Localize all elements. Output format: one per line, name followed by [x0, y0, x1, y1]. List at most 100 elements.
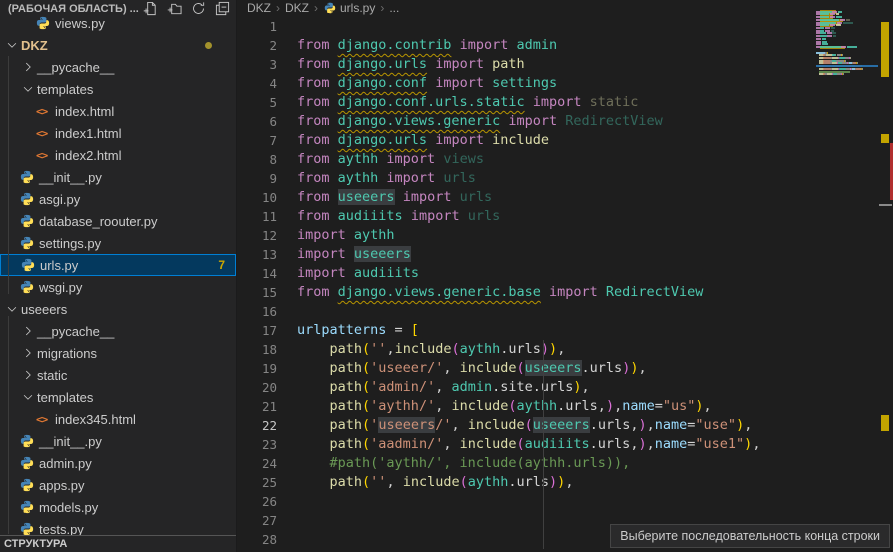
code-editor[interactable]: 12from django.contrib import admin3from … — [237, 17, 817, 549]
line-content: path('', include(aythh.urls)), — [277, 473, 573, 492]
tree-item-label: wsgi.py — [38, 280, 82, 295]
tree-item-templates[interactable]: templates — [0, 78, 236, 100]
python-icon — [20, 170, 38, 184]
code-line[interactable]: 22 path('useeers/', include(useeers.urls… — [237, 416, 817, 435]
code-line[interactable]: 23 path('aadmin/', include(audiiits.urls… — [237, 435, 817, 454]
tree-indent-guide — [8, 56, 9, 294]
tree-item--pycache-[interactable]: __pycache__ — [0, 320, 236, 342]
code-line[interactable]: 7from django.urls import include — [237, 131, 817, 150]
code-line[interactable]: 10from useeers import urls — [237, 188, 817, 207]
ruler-cursor-marker — [879, 204, 892, 206]
code-line[interactable]: 1 — [237, 17, 817, 36]
python-icon — [20, 236, 38, 250]
minimap-code-line — [825, 30, 830, 32]
code-line[interactable]: 9from aythh import urls — [237, 169, 817, 188]
minimap[interactable] — [816, 8, 878, 208]
code-line[interactable]: 13import useeers — [237, 245, 817, 264]
python-icon — [20, 456, 38, 470]
code-line[interactable]: 26 — [237, 492, 817, 511]
tree-item-templates[interactable]: templates — [0, 386, 236, 408]
breadcrumb-item[interactable]: DKZ — [247, 1, 271, 15]
line-number: 15 — [237, 283, 277, 302]
explorer-section-header[interactable]: (РАБОЧАЯ ОБЛАСТЬ) ... — [0, 0, 236, 16]
tree-item-label: database_roouter.py — [38, 214, 158, 229]
new-file-icon[interactable] — [142, 1, 158, 17]
code-line[interactable]: 12import aythh — [237, 226, 817, 245]
outline-section-header[interactable]: СТРУКТУРА — [0, 535, 236, 552]
overview-ruler[interactable] — [878, 0, 893, 552]
tree-item-index345-html[interactable]: <>index345.html — [0, 408, 236, 430]
tree-item-admin-py[interactable]: admin.py — [0, 452, 236, 474]
code-line[interactable]: 11from audiiits import urls — [237, 207, 817, 226]
line-content: from useeers import urls — [277, 188, 492, 207]
explorer-toolbar — [142, 1, 230, 17]
code-line[interactable]: 2from django.contrib import admin — [237, 36, 817, 55]
minimap-code-line — [836, 24, 842, 26]
chevron-right-icon — [20, 324, 36, 338]
minimap-code-line — [823, 60, 830, 62]
minimap-code-line — [850, 57, 851, 59]
tree-item-database-roouter-py[interactable]: database_roouter.py — [0, 210, 236, 232]
code-line[interactable]: 24 #path('aythh/', include(aythh.urls)), — [237, 454, 817, 473]
code-line[interactable]: 14import audiiits — [237, 264, 817, 283]
code-line[interactable]: 21 path('aythh/', include(aythh.urls,),n… — [237, 397, 817, 416]
refresh-icon[interactable] — [190, 1, 206, 17]
line-content: from django.conf.urls.static import stat… — [277, 93, 638, 112]
code-line[interactable]: 18 path('',include(aythh.urls)), — [237, 340, 817, 359]
code-line[interactable]: 20 path('admin/', admin.site.urls), — [237, 378, 817, 397]
tree-item-dkz[interactable]: DKZ — [0, 34, 236, 56]
minimap-code-line — [839, 68, 846, 70]
breadcrumb-item[interactable]: DKZ — [285, 1, 309, 15]
tree-item-models-py[interactable]: models.py — [0, 496, 236, 518]
breadcrumb-item[interactable]: ... — [389, 1, 399, 15]
tree-item-migrations[interactable]: migrations — [0, 342, 236, 364]
minimap-code-line — [845, 60, 846, 62]
breadcrumb-item[interactable]: urls.py — [323, 1, 375, 15]
workspace-title: (РАБОЧАЯ ОБЛАСТЬ) ... — [8, 3, 142, 15]
tree-item-label: __pycache__ — [36, 60, 114, 75]
tree-item-asgi-py[interactable]: asgi.py — [0, 188, 236, 210]
minimap-code-line — [819, 71, 849, 73]
tree-item--init-py[interactable]: __init__.py — [0, 430, 236, 452]
tree-item-label: apps.py — [38, 478, 85, 493]
eol-tooltip: Выберите последовательность конца строки — [610, 524, 890, 548]
tree-item-index-html[interactable]: <>index.html — [0, 100, 236, 122]
tree-item-label: urls.py — [39, 258, 78, 273]
code-line[interactable]: 16 — [237, 302, 817, 321]
tree-item-label: asgi.py — [38, 192, 80, 207]
tree-item-index2-html[interactable]: <>index2.html — [0, 144, 236, 166]
tree-item-index1-html[interactable]: <>index1.html — [0, 122, 236, 144]
minimap-code-line — [820, 24, 829, 26]
code-line[interactable]: 8from aythh import views — [237, 150, 817, 169]
code-line[interactable]: 6from django.views.generic import Redire… — [237, 112, 817, 131]
line-number: 26 — [237, 492, 277, 511]
tree-item-static[interactable]: static — [0, 364, 236, 386]
minimap-code-line — [827, 35, 832, 37]
collapse-all-icon[interactable] — [214, 1, 230, 17]
line-number: 22 — [237, 416, 277, 435]
tree-item-settings-py[interactable]: settings.py — [0, 232, 236, 254]
tree-item--pycache-[interactable]: __pycache__ — [0, 56, 236, 78]
code-line[interactable]: 17urlpatterns = [ — [237, 321, 817, 340]
minimap-code-line — [820, 30, 824, 32]
tree-item-label: settings.py — [38, 236, 101, 251]
new-folder-icon[interactable] — [166, 1, 182, 17]
tree-item-urls-py[interactable]: urls.py7 — [0, 254, 236, 276]
tree-item-apps-py[interactable]: apps.py — [0, 474, 236, 496]
tree-item-useeers[interactable]: useeers — [0, 298, 236, 320]
tree-item-label: DKZ — [20, 38, 48, 53]
python-icon — [20, 192, 38, 206]
code-line[interactable]: 4from django.conf import settings — [237, 74, 817, 93]
code-line[interactable]: 15from django.views.generic.base import … — [237, 283, 817, 302]
code-line[interactable]: 19 path('useeer/', include(useeers.urls)… — [237, 359, 817, 378]
tree-item-label: models.py — [38, 500, 98, 515]
code-line[interactable]: 5from django.conf.urls.static import sta… — [237, 93, 817, 112]
tree-item--init-py[interactable]: __init__.py — [0, 166, 236, 188]
line-content: from django.views.generic import Redirec… — [277, 112, 663, 131]
minimap-code-line — [822, 41, 828, 43]
code-line[interactable]: 3from django.urls import path — [237, 55, 817, 74]
html-icon: <> — [36, 149, 54, 162]
minimap-code-line — [831, 27, 835, 29]
code-line[interactable]: 25 path('', include(aythh.urls)), — [237, 473, 817, 492]
tree-item-wsgi-py[interactable]: wsgi.py — [0, 276, 236, 298]
